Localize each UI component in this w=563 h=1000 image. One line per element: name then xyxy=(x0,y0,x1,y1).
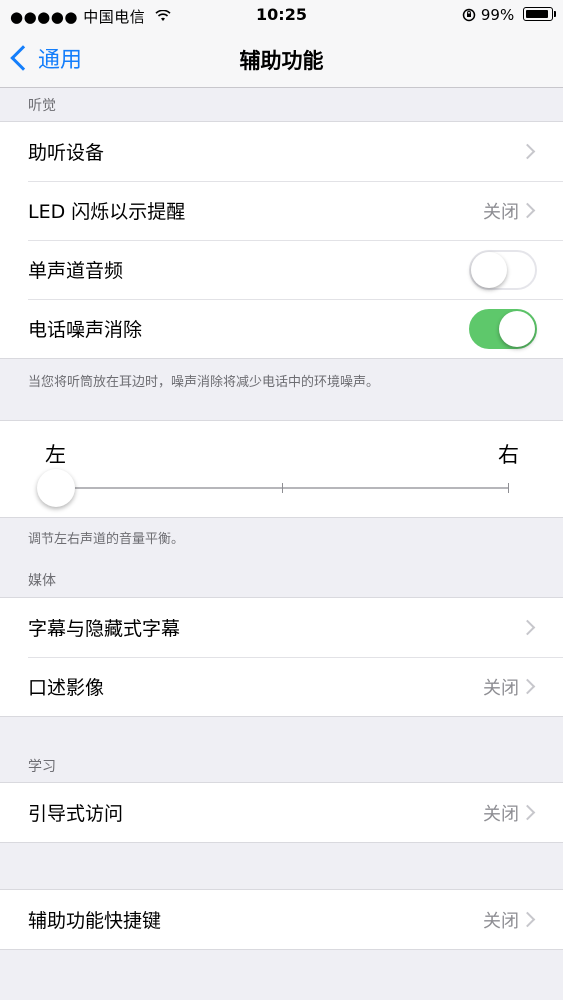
row-accessibility-shortcut[interactable]: 辅助功能快捷键 关闭 xyxy=(0,890,563,949)
balance-left-label: 左 xyxy=(45,443,66,467)
row-label: 电话噪声消除 xyxy=(28,319,143,341)
chevron-right-icon xyxy=(519,202,536,219)
chevron-right-icon xyxy=(519,804,536,821)
chevron-right-icon xyxy=(519,143,536,160)
status-bar: ●●●●● 中国电信 10:25 99% xyxy=(0,0,563,32)
chevron-right-icon xyxy=(519,911,536,928)
noise-cancellation-toggle[interactable] xyxy=(469,308,537,349)
row-value: 关闭 xyxy=(483,201,519,223)
row-value: 关闭 xyxy=(483,910,519,932)
hearing-footer: 当您将听筒放在耳边时，噪声消除将减少电话中的环境噪声。 xyxy=(28,375,380,390)
mono-audio-toggle[interactable] xyxy=(469,249,537,290)
row-value: 关闭 xyxy=(483,677,519,699)
row-value: 关闭 xyxy=(483,803,519,825)
balance-footer: 调节左右声道的音量平衡。 xyxy=(28,532,185,547)
row-audio-descriptions[interactable]: 口述影像 关闭 xyxy=(0,657,563,716)
battery-icon xyxy=(523,7,556,21)
slider-tick-center xyxy=(282,483,283,493)
orientation-lock-icon xyxy=(462,6,481,24)
navigation-bar: 通用 辅助功能 xyxy=(0,32,563,88)
row-label: 单声道音频 xyxy=(28,260,124,282)
battery-percent: 99% xyxy=(480,6,515,24)
balance-slider-thumb[interactable] xyxy=(37,469,75,507)
learning-group: 引导式访问 关闭 xyxy=(0,782,563,843)
row-mono-audio: 单声道音频 xyxy=(0,240,563,299)
section-header-learning: 学习 xyxy=(28,759,56,775)
row-label: 辅助功能快捷键 xyxy=(28,910,162,932)
hearing-group: 助听设备 LED 闪烁以示提醒 关闭 单声道音频 电话噪声消除 xyxy=(0,121,563,359)
page-title: 辅助功能 xyxy=(239,49,324,73)
row-label: 引导式访问 xyxy=(28,803,124,825)
chevron-right-icon xyxy=(519,619,536,636)
chevron-right-icon xyxy=(519,678,536,695)
row-label: 字幕与隐藏式字幕 xyxy=(28,618,181,640)
status-right: 99% xyxy=(462,6,556,24)
row-phone-noise-cancellation: 电话噪声消除 xyxy=(0,299,563,358)
media-group: 字幕与隐藏式字幕 口述影像 关闭 xyxy=(0,597,563,717)
row-subtitles-captioning[interactable]: 字幕与隐藏式字幕 xyxy=(0,598,563,657)
slider-tick-right xyxy=(508,483,509,493)
toggle-knob xyxy=(499,310,535,347)
row-led-flash[interactable]: LED 闪烁以示提醒 关闭 xyxy=(0,181,563,240)
balance-right-label: 右 xyxy=(498,443,519,467)
row-hearing-devices[interactable]: 助听设备 xyxy=(0,122,563,181)
shortcut-group: 辅助功能快捷键 关闭 xyxy=(0,889,563,950)
row-guided-access[interactable]: 引导式访问 关闭 xyxy=(0,783,563,842)
balance-group: 左 右 xyxy=(0,420,563,518)
toggle-knob xyxy=(471,251,507,288)
balance-slider-track[interactable] xyxy=(56,483,509,493)
row-label: 口述影像 xyxy=(28,677,105,699)
section-header-media: 媒体 xyxy=(28,573,56,589)
section-header-hearing: 听觉 xyxy=(28,98,56,114)
row-label: LED 闪烁以示提醒 xyxy=(28,201,186,223)
row-label: 助听设备 xyxy=(28,142,105,164)
